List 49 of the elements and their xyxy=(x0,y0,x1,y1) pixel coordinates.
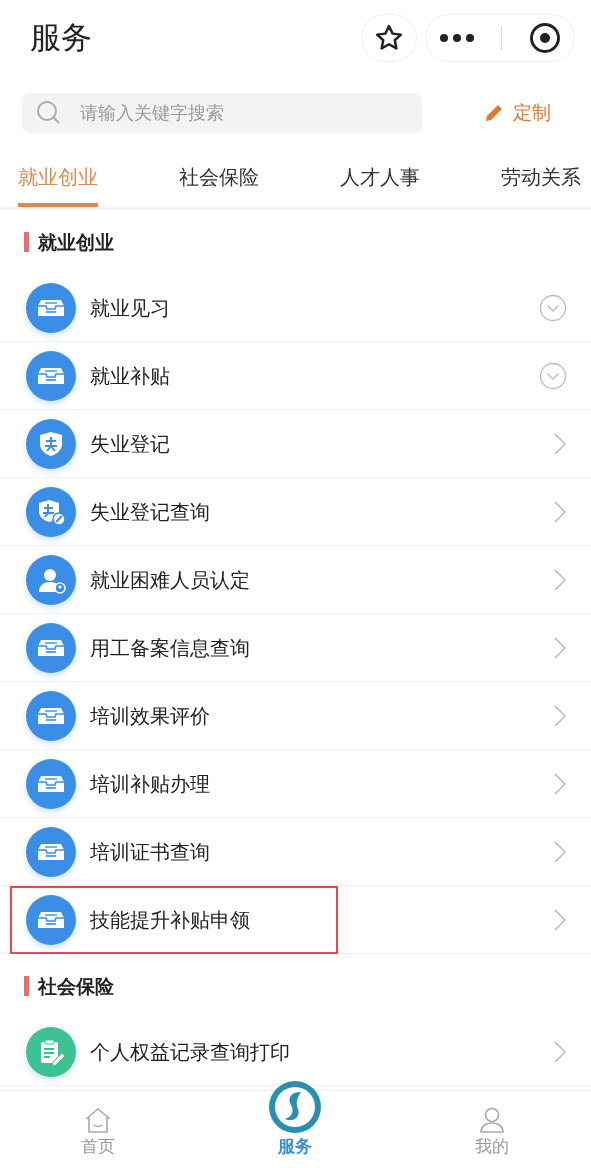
service-item[interactable]: 培训证书查询 xyxy=(0,818,591,886)
category-tab[interactable]: 人才人事 xyxy=(340,150,420,207)
service-label: 就业困难人员认定 xyxy=(90,566,250,594)
tray-icon xyxy=(26,690,76,741)
section-title: 社会保险 xyxy=(38,973,114,999)
service-label: 就业补贴 xyxy=(90,362,170,390)
service-item[interactable]: 就业补贴 xyxy=(0,342,591,410)
shield-icon xyxy=(26,418,76,469)
category-tab[interactable]: 社会保险 xyxy=(179,150,259,207)
tray-icon xyxy=(26,622,76,673)
target-icon xyxy=(528,21,561,54)
shield-edit-icon xyxy=(26,486,76,537)
tray-icon xyxy=(26,350,76,401)
category-tab[interactable]: 劳动关系 xyxy=(501,150,581,207)
section-title: 就业创业 xyxy=(38,229,114,255)
service-label: 个人权益记录查询打印 xyxy=(90,1038,290,1066)
service-label: 技能提升补贴申领 xyxy=(90,906,250,934)
service-item[interactable]: 技能提升补贴申领 xyxy=(0,886,591,954)
person-icon xyxy=(26,554,76,605)
user-icon xyxy=(479,1105,505,1134)
tray-icon xyxy=(26,894,76,945)
service-item[interactable]: 失业登记查询 xyxy=(0,478,591,546)
service-label: 培训证书查询 xyxy=(90,838,210,866)
service-label: 培训补贴办理 xyxy=(90,770,210,798)
section-marker xyxy=(24,232,29,252)
favorite-button[interactable] xyxy=(361,13,417,62)
page-title: 服务 xyxy=(30,18,93,58)
section-marker xyxy=(24,976,29,996)
service-item[interactable]: 失业登记 xyxy=(0,410,591,478)
service-item[interactable]: 就业见习 xyxy=(0,274,591,342)
tray-icon xyxy=(26,826,76,877)
search-icon xyxy=(36,99,62,126)
service-label: 用工备案信息查询 xyxy=(90,634,250,662)
close-button[interactable] xyxy=(528,21,561,54)
service-label: 培训效果评价 xyxy=(90,702,210,730)
clipboard-icon xyxy=(26,1026,76,1077)
star-icon xyxy=(374,22,404,53)
service-item[interactable]: 培训补贴办理 xyxy=(0,750,591,818)
tray-icon xyxy=(26,282,76,333)
service-label: 就业见习 xyxy=(90,294,170,322)
tray-icon xyxy=(26,758,76,809)
service-label: 失业登记 xyxy=(90,430,170,458)
service-item[interactable]: 个人权益记录查询打印 xyxy=(0,1018,591,1086)
more-icon xyxy=(439,33,476,43)
service-item[interactable]: 培训效果评价 xyxy=(0,682,591,750)
emblem-icon xyxy=(268,1079,323,1134)
service-label: 失业登记查询 xyxy=(90,498,210,526)
service-item[interactable]: 就业困难人员认定 xyxy=(0,546,591,614)
service-item[interactable]: 用工备案信息查询 xyxy=(0,614,591,682)
